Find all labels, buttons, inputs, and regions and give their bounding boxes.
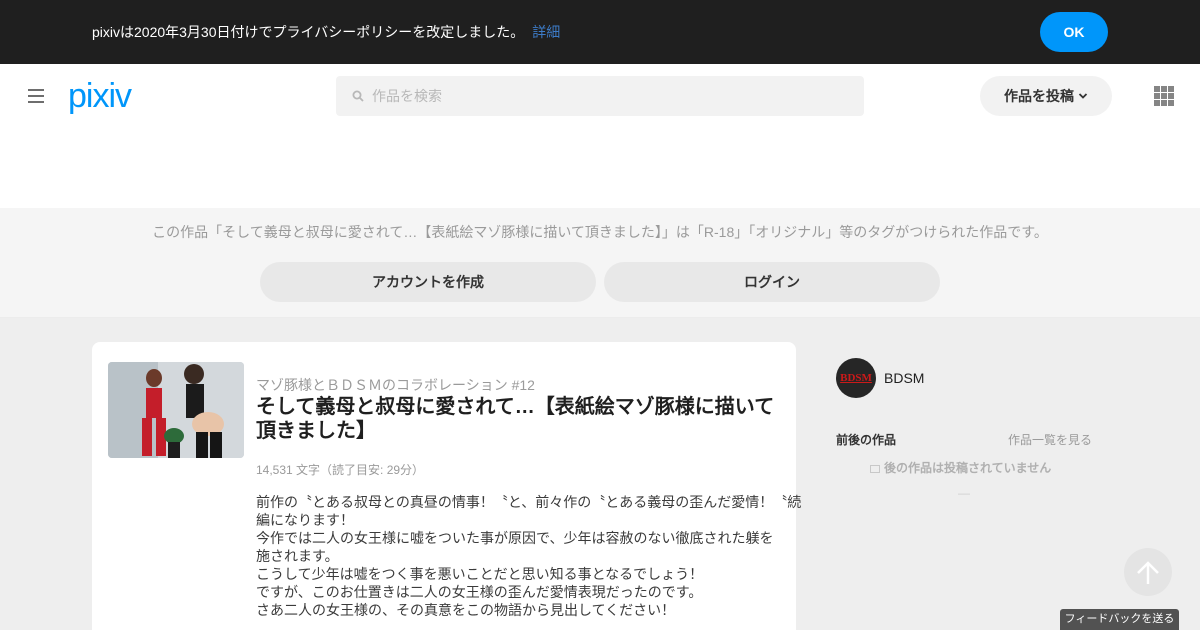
word-count: 14,531 文字（読了目安: 29分） xyxy=(256,463,425,477)
login-button[interactable]: ログイン xyxy=(604,262,940,302)
search-icon xyxy=(352,90,364,102)
search-input[interactable] xyxy=(372,76,852,116)
cover-illustration xyxy=(108,362,244,458)
caption-line: 今作では二人の女王様に嘘をついた事が原因で、少年は容赦のない徹底された躾を xyxy=(256,530,774,546)
notice-message: pixivは2020年3月30日付けでプライバシーポリシーを改定しました。 詳細 xyxy=(92,22,560,42)
feedback-button[interactable]: フィードバックを送る xyxy=(1060,609,1179,630)
work-title: そして義母と叔母に愛されて…【表紙絵マゾ豚様に描いて頂きました】 xyxy=(256,396,775,442)
series-link[interactable]: マゾ豚様とＢＤＳＭのコラボレーション #12 xyxy=(256,375,535,395)
notice-details-link[interactable]: 詳細 xyxy=(532,24,560,40)
apps-grid-icon[interactable] xyxy=(1154,86,1174,106)
pixiv-logo[interactable]: pixiv xyxy=(68,76,132,116)
author-avatar[interactable]: BDSM xyxy=(836,358,876,398)
caption-line: ですが、このお仕置きは二人の女王様の歪んだ愛情表現だったのです。 xyxy=(256,584,703,600)
scroll-to-top-button[interactable] xyxy=(1124,548,1172,596)
hamburger-menu-icon[interactable] xyxy=(28,89,44,103)
privacy-notice-bar: pixivは2020年3月30日付けでプライバシーポリシーを改定しました。 詳細 … xyxy=(0,0,1200,64)
chevron-down-icon xyxy=(1078,93,1088,99)
placeholder-dash: — xyxy=(958,486,970,500)
no-next-text: 後の作品は投稿されていません xyxy=(884,461,1052,475)
work-caption: 前作の〝とある叔母との真昼の情事！〝と、前々作の〝とある義母の歪んだ愛情！〝続 … xyxy=(256,493,802,619)
novel-card: マゾ豚様とＢＤＳＭのコラボレーション #12 そして義母と叔母に愛されて…【表紙… xyxy=(92,342,802,630)
notice-ok-button[interactable]: OK xyxy=(1040,12,1108,52)
post-work-button[interactable]: 作品を投稿 xyxy=(980,76,1112,116)
caption-line: さあ二人の女王様の、その真意をこの物語から見出してください！ xyxy=(256,602,676,618)
notice-text: pixivは2020年3月30日付けでプライバシーポリシーを改定しました。 xyxy=(92,24,525,40)
tag-account-section: この作品「そして義母と叔母に愛されて…【表紙絵マゾ豚様に描いて頂きました】」は「… xyxy=(0,208,1200,318)
view-all-works-link[interactable]: 作品一覧を見る xyxy=(1008,431,1092,448)
post-work-label: 作品を投稿 xyxy=(1004,88,1074,104)
author-name-link[interactable]: BDSM xyxy=(884,370,924,386)
cover-thumbnail[interactable] xyxy=(108,362,244,458)
site-header: pixiv 作品を投稿 xyxy=(0,64,1200,208)
caption-line: 前作の〝とある叔母との真昼の情事！〝と、前々作の〝とある義母の歪んだ愛情！〝続 xyxy=(256,494,802,510)
caption-line: こうして少年は嘘をつく事を悪いことだと思い知る事となるでしょう！ xyxy=(256,566,704,582)
create-account-button[interactable]: アカウントを作成 xyxy=(260,262,596,302)
arrow-up-icon xyxy=(1137,561,1159,584)
tag-description: この作品「そして義母と叔母に愛されて…【表紙絵マゾ豚様に描いて頂きました】」は「… xyxy=(152,224,1048,240)
caption-line: 施されます。 xyxy=(256,548,339,564)
adjacent-works-heading: 前後の作品 xyxy=(836,433,897,447)
search-box[interactable] xyxy=(336,76,864,116)
document-icon xyxy=(870,465,880,473)
caption-line: 編になります！ xyxy=(256,512,354,528)
no-next-work-message: 後の作品は投稿されていません xyxy=(870,459,1051,476)
